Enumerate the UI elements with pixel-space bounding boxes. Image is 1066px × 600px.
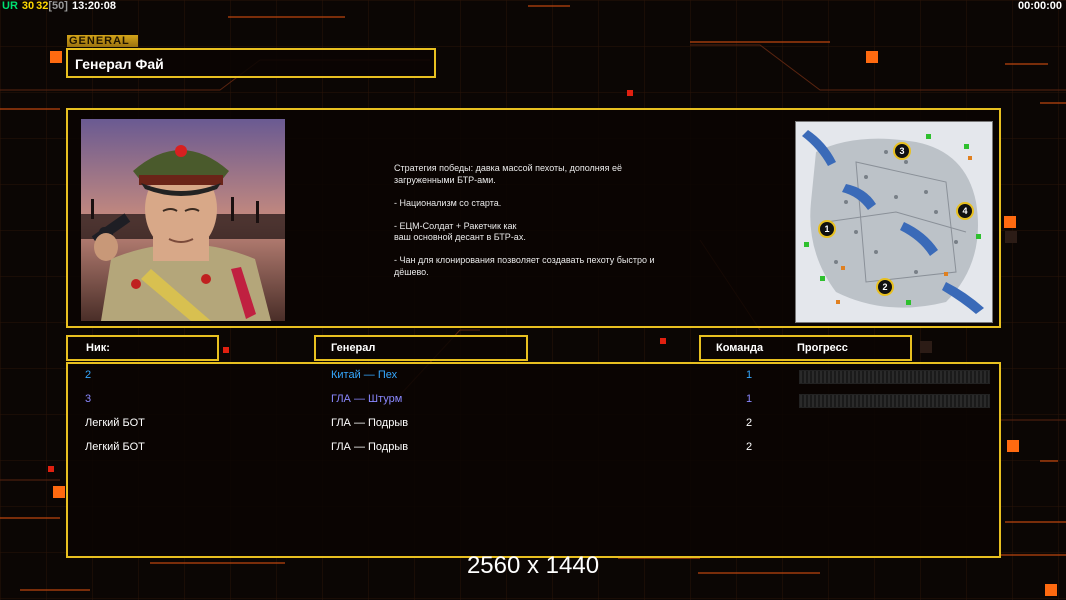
spawn-marker-1: 1 — [818, 220, 836, 238]
player-row[interactable]: Легкий БОТ ГЛА — Подрыв 2 — [68, 438, 999, 458]
player-team[interactable]: 1 — [746, 369, 752, 381]
svg-text:4: 4 — [962, 206, 967, 216]
general-portrait — [81, 119, 285, 321]
clock: 13:20:08 — [71, 0, 116, 12]
stat-value-1: 30 — [21, 0, 35, 12]
player-list: 2 Китай — Пех 1 3 ГЛА — Штурм 1 Легкий Б… — [66, 362, 1001, 558]
general-tag: GENERAL — [67, 35, 138, 47]
header-team-label: Команда — [716, 342, 764, 354]
svg-text:1: 1 — [824, 224, 829, 234]
spawn-marker-4: 4 — [956, 202, 974, 220]
spawn-marker-2: 2 — [876, 278, 894, 296]
player-nick: Легкий БОТ — [85, 441, 145, 453]
player-team[interactable]: 2 — [746, 417, 752, 429]
match-timer: 00:00:00 — [1017, 0, 1062, 12]
general-name: Генерал Фай — [75, 56, 164, 72]
spawn-marker-3: 3 — [893, 142, 911, 160]
player-general[interactable]: ГЛА — Подрыв — [331, 417, 408, 429]
player-nick: 3 — [85, 393, 92, 405]
player-progress-bar — [799, 394, 990, 408]
header-progress-label: Прогресс — [797, 342, 848, 354]
resolution-label: 2560 x 1440 — [466, 552, 600, 579]
player-team[interactable]: 2 — [746, 441, 752, 453]
general-info-panel: Стратегия победы: давка массой пехоты, д… — [66, 108, 1001, 328]
player-general[interactable]: ГЛА — Подрыв — [331, 441, 408, 453]
player-nick: 2 — [85, 369, 92, 381]
player-row[interactable]: Легкий БОТ ГЛА — Подрыв 2 — [68, 414, 999, 434]
ur-label: UR — [2, 0, 18, 12]
player-nick: Легкий БОТ — [85, 417, 145, 429]
svg-text:2: 2 — [882, 282, 887, 292]
player-team[interactable]: 1 — [746, 393, 752, 405]
player-row[interactable]: 2 Китай — Пех 1 — [68, 366, 999, 386]
general-description: Стратегия победы: давка массой пехоты, д… — [394, 163, 655, 277]
player-progress-bar — [799, 370, 990, 384]
player-row[interactable]: 3 ГЛА — Штурм 1 — [68, 390, 999, 410]
minimap: 1 2 3 4 — [795, 121, 993, 323]
player-general[interactable]: Китай — Пех — [331, 369, 397, 381]
header-general-label: Генерал — [331, 342, 376, 354]
player-general[interactable]: ГЛА — Штурм — [331, 393, 402, 405]
header-general: Генерал — [314, 335, 528, 361]
general-title-box: Генерал Фай — [66, 48, 436, 78]
header-team-progress: Команда Прогресс — [699, 335, 912, 361]
header-nick-label: Ник: — [86, 342, 110, 354]
svg-text:3: 3 — [899, 146, 904, 156]
header-nick: Ник: — [66, 335, 219, 361]
stat-value-2: 32 — [36, 0, 49, 12]
stat-value-3: [50] — [48, 0, 68, 12]
status-bar: UR 30 32[50] 13:20:08 — [2, 0, 120, 12]
